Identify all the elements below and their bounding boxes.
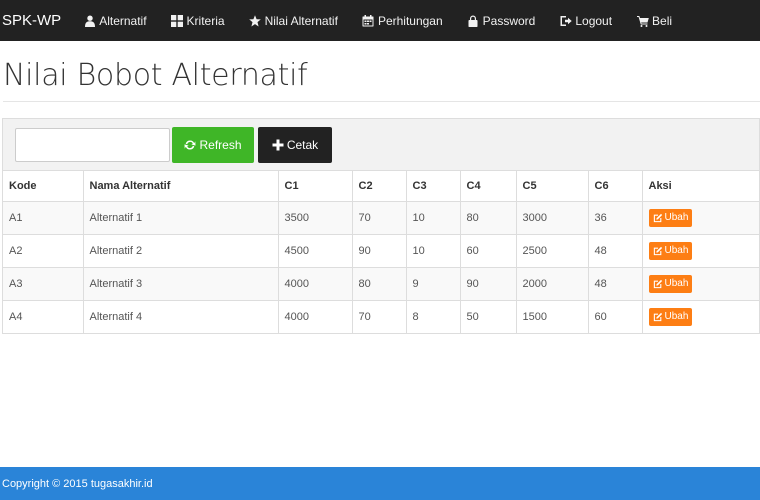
cell-c6: 60: [588, 300, 643, 334]
ubah-label: Ubah: [664, 212, 689, 223]
nav-item-perhitungan[interactable]: Perhitungan: [362, 14, 443, 28]
table-row: A2 Alternatif 2 4500 90 10 60 2500 48 Ubah: [3, 234, 759, 268]
column-header: Kode: [3, 171, 84, 202]
cell-c1: 4000: [278, 267, 353, 301]
cell-c6: 36: [588, 201, 643, 235]
divider: [3, 101, 760, 102]
column-header: C2: [352, 171, 407, 202]
refresh-button[interactable]: Refresh: [172, 127, 254, 163]
cell-c4: 90: [460, 267, 517, 301]
cell-nama: Alternatif 2: [83, 234, 279, 268]
column-header: C6: [588, 171, 643, 202]
navbar: SPK-WP Alternatif Kriteria Nilai Alterna…: [0, 0, 760, 41]
lock-icon: [467, 14, 480, 27]
cell-aksi: Ubah: [642, 201, 759, 235]
cell-c5: 2000: [516, 267, 589, 301]
cell-c3: 9: [406, 267, 461, 301]
cell-aksi: Ubah: [642, 300, 759, 334]
alternatif-table: Kode Nama Alternatif C1 C2 C3 C4 C5 C6 A…: [3, 171, 759, 334]
table-header-row: Kode Nama Alternatif C1 C2 C3 C4 C5 C6 A…: [3, 171, 759, 202]
cell-nama: Alternatif 1: [83, 201, 279, 235]
table-row: A4 Alternatif 4 4000 70 8 50 1500 60 Ubah: [3, 300, 759, 334]
table-row: A1 Alternatif 1 3500 70 10 80 3000 36 Ubah: [3, 201, 759, 235]
panel-toolbar: Refresh Cetak: [3, 119, 759, 171]
cell-c6: 48: [588, 234, 643, 268]
ubah-button[interactable]: Ubah: [648, 307, 693, 326]
edit-icon: [653, 312, 662, 321]
nav-item-label: Alternatif: [99, 13, 147, 28]
page-title: Nilai Bobot Alternatif: [3, 58, 308, 93]
cart-icon: [636, 14, 649, 27]
column-header: C4: [460, 171, 517, 202]
edit-icon: [653, 279, 662, 288]
refresh-label: Refresh: [199, 138, 242, 152]
cell-kode: A1: [3, 201, 84, 235]
cell-c3: 10: [406, 234, 461, 268]
cell-nama: Alternatif 3: [83, 267, 279, 301]
brand-link[interactable]: SPK-WP: [0, 12, 61, 29]
refresh-icon: [184, 140, 196, 150]
cell-aksi: Ubah: [642, 234, 759, 268]
column-header: Nama Alternatif: [83, 171, 279, 202]
cetak-label: Cetak: [286, 138, 319, 152]
cell-kode: A2: [3, 234, 84, 268]
cell-c2: 90: [352, 234, 407, 268]
nav-item-beli[interactable]: Beli: [636, 14, 672, 28]
cell-c2: 80: [352, 267, 407, 301]
ubah-label: Ubah: [664, 245, 689, 256]
nav-item-label: Beli: [652, 13, 673, 28]
column-header: C3: [406, 171, 461, 202]
nav-item-label: Perhitungan: [377, 13, 443, 28]
cell-c3: 10: [406, 201, 461, 235]
cell-c5: 1500: [516, 300, 589, 334]
ubah-label: Ubah: [664, 278, 689, 289]
nav-item-nilai-alternatif[interactable]: Nilai Alternatif: [249, 14, 338, 28]
ubah-button[interactable]: Ubah: [648, 241, 693, 260]
logout-icon: [559, 14, 572, 27]
calendar-icon: [362, 14, 375, 27]
cell-aksi: Ubah: [642, 267, 759, 301]
cell-c2: 70: [352, 201, 407, 235]
nav-item-label: Logout: [575, 13, 613, 28]
ubah-label: Ubah: [664, 311, 689, 322]
plus-icon: [272, 139, 284, 151]
cell-c1: 4500: [278, 234, 353, 268]
edit-icon: [653, 213, 662, 222]
cell-c1: 3500: [278, 201, 353, 235]
search-input[interactable]: [15, 128, 170, 162]
cell-c3: 8: [406, 300, 461, 334]
star-icon: [249, 14, 262, 27]
cell-c4: 60: [460, 234, 517, 268]
table-row: A3 Alternatif 3 4000 80 9 90 2000 48 Ubah: [3, 267, 759, 301]
nav-item-label: Password: [482, 13, 536, 28]
nav-item-logout[interactable]: Logout: [559, 14, 612, 28]
th-large-icon: [171, 14, 184, 27]
cell-nama: Alternatif 4: [83, 300, 279, 334]
user-icon: [83, 14, 96, 27]
cell-c5: 3000: [516, 201, 589, 235]
footer: Copyright © 2015 tugasakhir.id: [0, 467, 760, 500]
cell-c1: 4000: [278, 300, 353, 334]
data-panel: Refresh Cetak Kode Nama Alternatif C1 C2…: [2, 118, 760, 334]
nav-item-password[interactable]: Password: [467, 13, 536, 28]
cell-c6: 48: [588, 267, 643, 301]
cell-c4: 80: [460, 201, 517, 235]
cell-c4: 50: [460, 300, 517, 334]
copyright-text: Copyright © 2015 tugasakhir.id: [2, 477, 153, 490]
nav-item-alternatif[interactable]: Alternatif: [83, 13, 147, 28]
cell-kode: A3: [3, 267, 84, 301]
cell-kode: A4: [3, 300, 84, 334]
column-header: Aksi: [642, 171, 759, 202]
nav-item-label: Kriteria: [186, 13, 225, 28]
nav-item-kriteria[interactable]: Kriteria: [171, 14, 225, 28]
cetak-button[interactable]: Cetak: [258, 127, 332, 163]
ubah-button[interactable]: Ubah: [648, 274, 693, 293]
nav-item-label: Nilai Alternatif: [264, 13, 338, 28]
edit-icon: [653, 246, 662, 255]
cell-c2: 70: [352, 300, 407, 334]
cell-c5: 2500: [516, 234, 589, 268]
column-header: C1: [278, 171, 353, 202]
ubah-button[interactable]: Ubah: [648, 208, 693, 227]
column-header: C5: [516, 171, 589, 202]
